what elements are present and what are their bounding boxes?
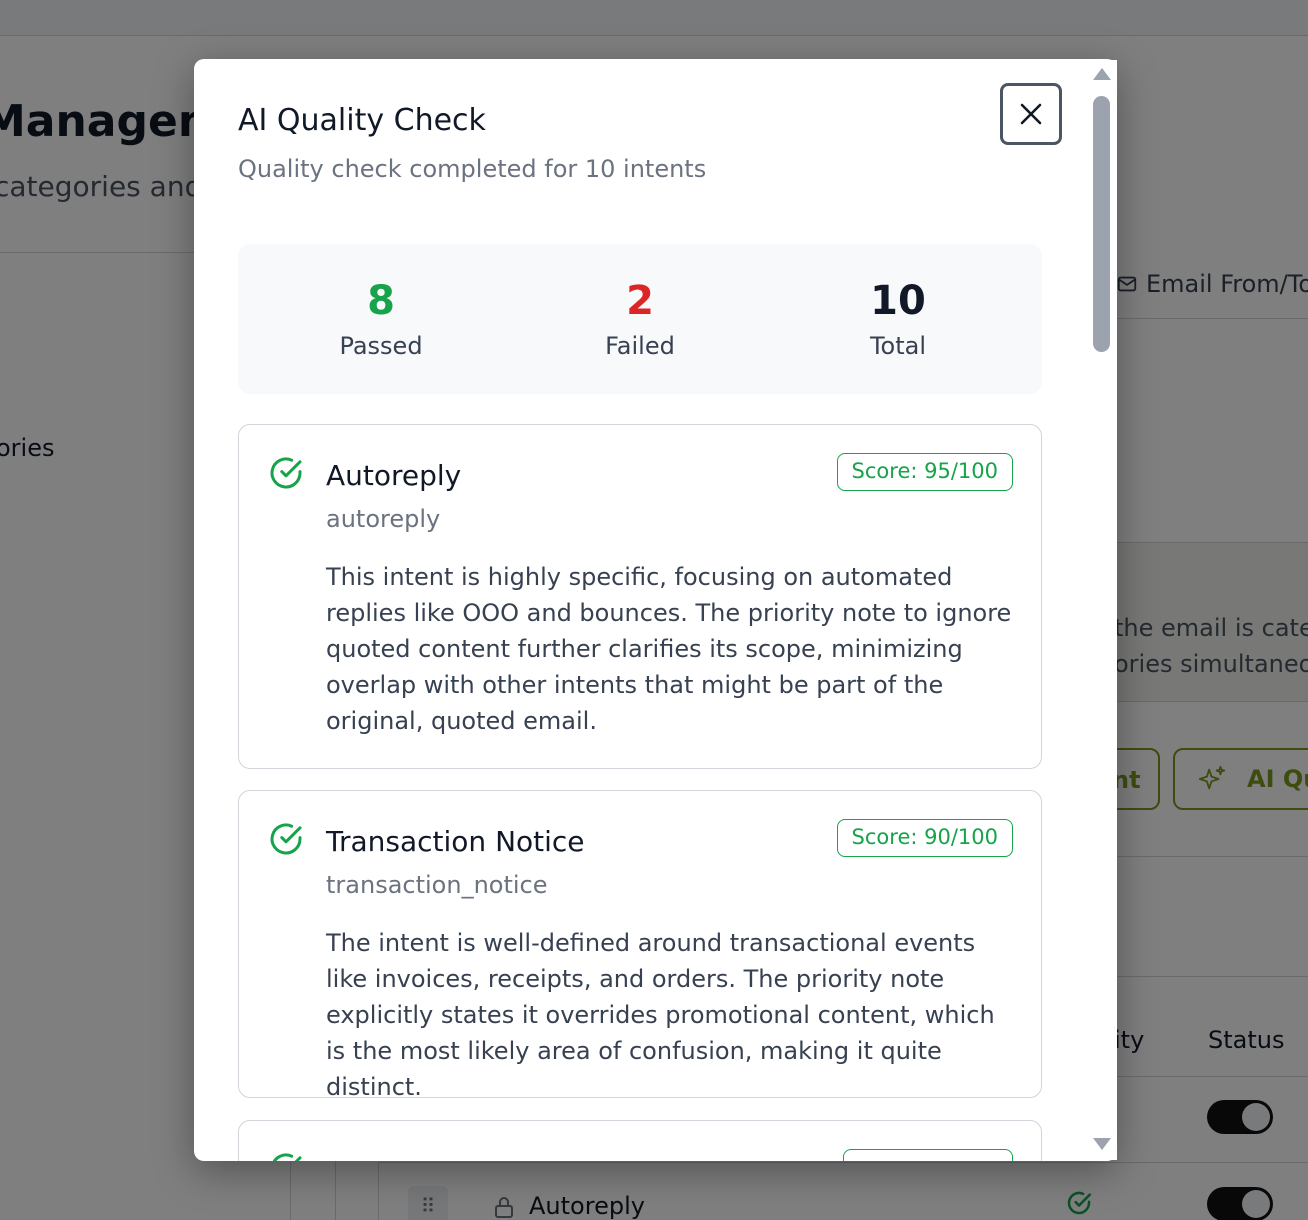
dialog-description: Quality check completed for 10 intents: [238, 155, 707, 183]
check-circle-icon: [272, 1153, 302, 1161]
app-page: Managem categories and ories Email From/…: [0, 0, 1308, 1220]
intent-feedback: This intent is highly specific, focusing…: [326, 563, 1012, 735]
stat-passed: 8 Passed: [281, 276, 481, 360]
dialog-scrollbar[interactable]: [1087, 60, 1117, 1160]
scroll-down-arrow-icon[interactable]: [1093, 1138, 1111, 1150]
stat-passed-value: 8: [367, 278, 395, 324]
result-card: Autoreply autoreply Score: 95/100 This i…: [238, 424, 1042, 769]
result-card: [238, 1120, 1042, 1161]
stat-total-value: 10: [870, 278, 926, 324]
score-badge: [843, 1149, 1013, 1161]
intent-feedback: The intent is well-defined around transa…: [326, 929, 995, 1101]
stat-total-label: Total: [869, 332, 927, 360]
close-icon: [1020, 103, 1042, 125]
score-badge: Score: 90/100: [836, 819, 1013, 857]
close-button[interactable]: [1000, 83, 1062, 145]
scroll-up-arrow-icon[interactable]: [1093, 68, 1111, 80]
dialog-title: AI Quality Check: [238, 103, 486, 138]
check-circle-icon: [270, 457, 302, 489]
scrollbar-thumb[interactable]: [1093, 96, 1110, 352]
intent-id: autoreply: [326, 505, 441, 533]
stat-failed: 2 Failed: [540, 276, 740, 360]
result-card: Transaction Notice transaction_notice Sc…: [238, 790, 1042, 1101]
intent-name: Transaction Notice: [326, 825, 585, 858]
ai-quality-check-dialog: AI Quality Check Quality check completed…: [194, 59, 1117, 1161]
score-badge: Score: 95/100: [836, 453, 1013, 491]
stat-passed-label: Passed: [339, 332, 423, 360]
intent-name: Autoreply: [326, 459, 462, 492]
intent-id: transaction_notice: [326, 871, 548, 899]
summary-stats: 8 Passed 2 Failed 10 Total: [238, 244, 1042, 394]
stat-failed-value: 2: [626, 278, 654, 324]
stat-failed-label: Failed: [605, 332, 675, 360]
stat-total: 10 Total: [798, 276, 998, 360]
check-circle-icon: [270, 823, 302, 855]
